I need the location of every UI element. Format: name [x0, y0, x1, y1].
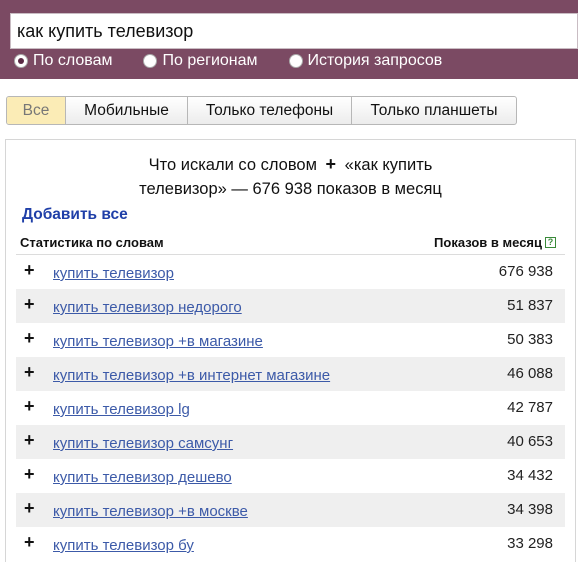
- keyword-link[interactable]: купить телевизор недорого: [53, 299, 242, 316]
- radio-by-regions[interactable]: По регионам: [143, 52, 258, 70]
- search-input[interactable]: [11, 14, 577, 48]
- keyword-link[interactable]: купить телевизор +в магазине: [53, 333, 263, 350]
- keyword-count: 34 398: [507, 501, 553, 518]
- column-header-shows-label: Показов в месяц: [434, 235, 542, 250]
- keyword-count: 34 432: [507, 467, 553, 484]
- add-keyword-icon[interactable]: +: [24, 294, 35, 315]
- keyword-link[interactable]: купить телевизор +в интернет магазине: [53, 367, 330, 384]
- keyword-row: + купить телевизор lg 42 787: [16, 391, 565, 425]
- add-keyword-icon[interactable]: +: [24, 328, 35, 349]
- keyword-link[interactable]: купить телевизор дешево: [53, 469, 232, 486]
- keyword-list: + купить телевизор 676 938 + купить теле…: [16, 255, 565, 561]
- keyword-count: 50 383: [507, 331, 553, 348]
- keyword-row: + купить телевизор самсунг 40 653: [16, 425, 565, 459]
- radio-query-history[interactable]: История запросов: [288, 52, 443, 70]
- radio-query-history-label: История запросов: [307, 52, 443, 69]
- add-keyword-icon[interactable]: +: [24, 498, 35, 519]
- tab-phones-only[interactable]: Только телефоны: [188, 97, 352, 124]
- tab-all[interactable]: Все: [7, 97, 66, 124]
- search-header: По словам По регионам История запросов: [0, 0, 578, 79]
- tab-mobile[interactable]: Мобильные: [66, 97, 188, 124]
- keyword-link[interactable]: купить телевизор бу: [53, 537, 194, 554]
- headline-query: «как купить: [344, 156, 433, 174]
- headline-line2: телевизор» — 676 938 показов в месяц: [139, 180, 442, 198]
- add-keyword-icon[interactable]: +: [24, 464, 35, 485]
- keyword-row: + купить телевизор дешево 34 432: [16, 459, 565, 493]
- radio-by-regions-indicator[interactable]: [143, 54, 158, 68]
- add-keyword-icon[interactable]: +: [24, 532, 35, 553]
- keyword-row: + купить телевизор +в магазине 50 383: [16, 323, 565, 357]
- keyword-link[interactable]: купить телевизор lg: [53, 401, 190, 418]
- keyword-row: + купить телевизор 676 938: [16, 255, 565, 289]
- keyword-count: 51 837: [507, 297, 553, 314]
- radio-query-history-indicator[interactable]: [288, 54, 303, 68]
- keyword-row: + купить телевизор недорого 51 837: [16, 289, 565, 323]
- results-panel: Что искали со словом + «как купить телев…: [5, 139, 576, 562]
- keyword-link[interactable]: купить телевизор +в москве: [53, 503, 248, 520]
- keyword-link[interactable]: купить телевизор самсунг: [53, 435, 233, 452]
- keyword-count: 46 088: [507, 365, 553, 382]
- column-header-stats: Статистика по словам: [20, 235, 164, 250]
- keyword-row: + купить телевизор бу 33 298: [16, 527, 565, 561]
- radio-by-regions-label: По регионам: [162, 52, 258, 69]
- keyword-row: + купить телевизор +в москве 34 398: [16, 493, 565, 527]
- keyword-count: 40 653: [507, 433, 553, 450]
- column-header-shows: Показов в месяц ?: [434, 235, 556, 250]
- keyword-count: 676 938: [498, 263, 553, 280]
- keyword-count: 42 787: [507, 399, 553, 416]
- add-keyword-icon[interactable]: +: [24, 430, 35, 451]
- radio-by-words-indicator[interactable]: [14, 54, 28, 68]
- add-keyword-icon[interactable]: +: [24, 396, 35, 417]
- keyword-row: + купить телевизор +в интернет магазине …: [16, 357, 565, 391]
- headline-plus-icon: +: [325, 154, 337, 174]
- keyword-link[interactable]: купить телевизор: [53, 265, 174, 282]
- results-headline: Что искали со словом + «как купить телев…: [6, 152, 575, 201]
- add-all-link[interactable]: Добавить все: [22, 206, 128, 224]
- search-mode-radios: По словам По регионам История запросов: [14, 51, 473, 71]
- tab-tablets-only[interactable]: Только планшеты: [352, 97, 516, 124]
- search-box[interactable]: [10, 13, 578, 49]
- headline-prefix: Что искали со словом: [148, 156, 317, 174]
- help-icon[interactable]: ?: [545, 237, 556, 248]
- keyword-count: 33 298: [507, 535, 553, 552]
- add-keyword-icon[interactable]: +: [24, 362, 35, 383]
- radio-by-words[interactable]: По словам: [14, 52, 112, 70]
- device-tabs: Все Мобильные Только телефоны Только пла…: [6, 96, 517, 125]
- radio-by-words-label: По словам: [33, 52, 113, 69]
- add-keyword-icon[interactable]: +: [24, 260, 35, 281]
